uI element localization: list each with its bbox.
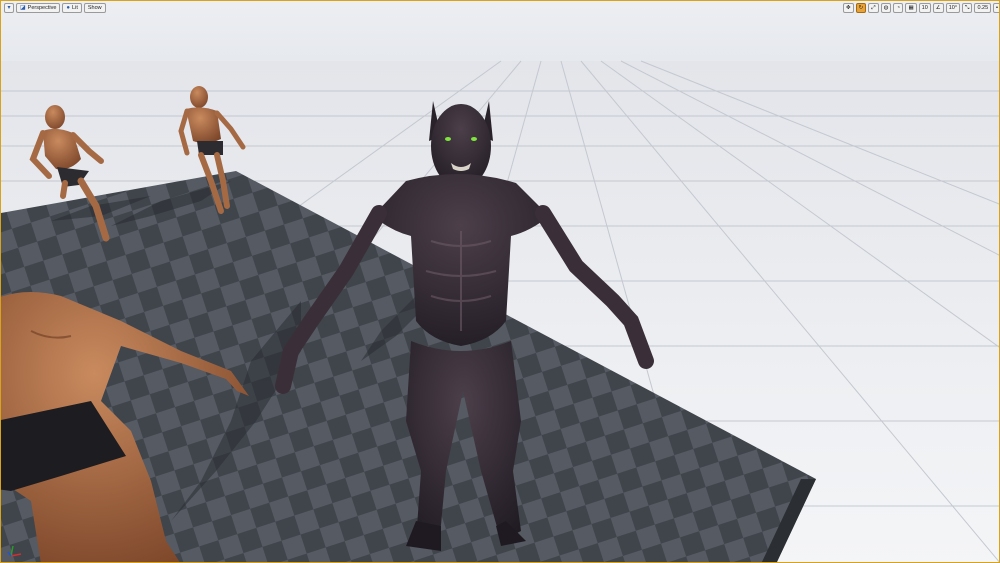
- viewport-toolbar-left: ▾ ◪ Perspective ● Lit Show: [4, 3, 106, 13]
- camera-icon: ▪: [996, 5, 999, 11]
- globe-icon: ◍: [883, 5, 889, 11]
- level-viewport[interactable]: ▾ ◪ Perspective ● Lit Show ✥ ↻ ⤢ ◍ ◔ ▦ 1…: [0, 0, 1000, 563]
- scale-snap-value: 0.25: [977, 5, 989, 11]
- translate-tool-button[interactable]: ✥: [843, 3, 854, 13]
- rotation-snap-button[interactable]: 10°: [945, 3, 961, 13]
- surface-snapping-button[interactable]: ◔: [893, 3, 904, 13]
- scale-snap-button[interactable]: 0.25: [974, 3, 992, 13]
- show-label: Show: [87, 5, 102, 11]
- perspective-camera-icon: ◪: [20, 5, 26, 11]
- scale-icon: ⤢: [871, 5, 876, 11]
- grid-icon: ▦: [908, 5, 914, 11]
- rotation-snap-toggle[interactable]: ∠: [932, 3, 944, 13]
- grid-size-value: 10: [921, 5, 928, 11]
- viewport-toolbar-right: ✥ ↻ ⤢ ◍ ◔ ▦ 10 ∠ 10° ⤡ 0.25 ▪: [843, 3, 999, 13]
- show-button[interactable]: Show: [83, 3, 106, 13]
- view-mode-button[interactable]: ● Lit: [62, 3, 82, 13]
- move-arrows-icon: ✥: [846, 5, 851, 11]
- scale-snap-icon: ⤡: [965, 5, 970, 11]
- perspective-label: Perspective: [27, 5, 57, 11]
- perspective-button[interactable]: ◪ Perspective: [16, 3, 61, 13]
- coordinate-system-button[interactable]: ◍: [880, 3, 892, 13]
- scale-snap-toggle[interactable]: ⤡: [962, 3, 973, 13]
- grid-size-button[interactable]: 10: [918, 3, 931, 13]
- rotation-snap-value: 10°: [948, 5, 958, 11]
- camera-speed-button[interactable]: ▪ 1: [993, 3, 999, 13]
- viewport-options-button[interactable]: ▾: [4, 3, 14, 13]
- dropdown-triangle-icon: ▾: [7, 5, 11, 11]
- viewport-scene: [1, 1, 999, 562]
- lit-sphere-icon: ●: [66, 5, 71, 11]
- scale-tool-button[interactable]: ⤢: [868, 3, 879, 13]
- lit-label: Lit: [72, 5, 78, 11]
- grid-snap-toggle[interactable]: ▦: [905, 3, 917, 13]
- rotate-tool-button[interactable]: ↻: [855, 3, 867, 13]
- angle-icon: ∠: [935, 5, 941, 11]
- rotate-icon: ↻: [858, 5, 864, 11]
- surface-snap-icon: ◔: [896, 5, 901, 11]
